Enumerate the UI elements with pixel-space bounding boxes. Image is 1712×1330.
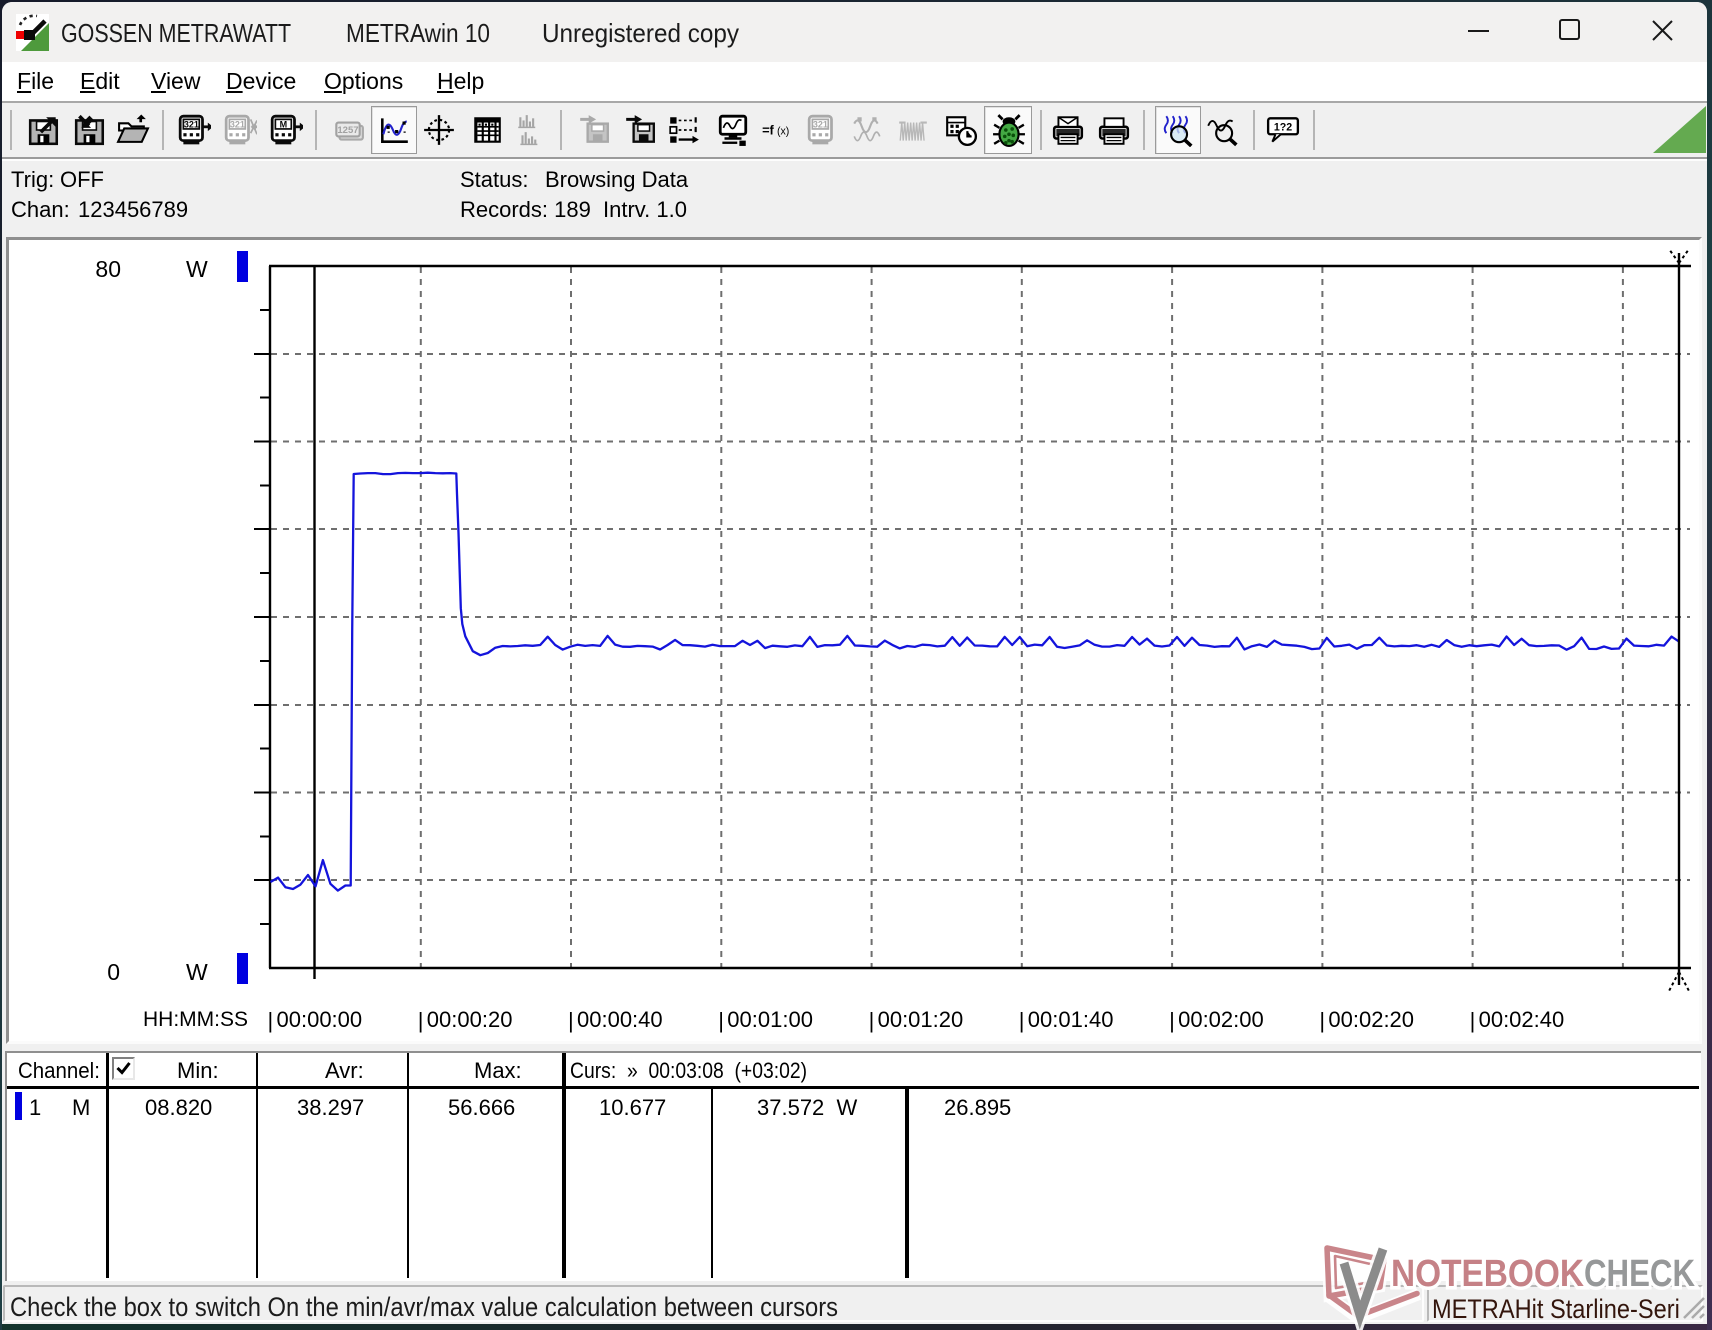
svg-text:CHECK: CHECK bbox=[1584, 1253, 1695, 1295]
svg-text:00:02:40: 00:02:40 bbox=[1479, 1007, 1565, 1032]
svg-text:|: | bbox=[268, 1008, 274, 1033]
svg-text:HH:MM:SS: HH:MM:SS bbox=[143, 1008, 248, 1031]
svg-text:NOTEBOOK: NOTEBOOK bbox=[1391, 1253, 1584, 1295]
svg-text:00:00:00: 00:00:00 bbox=[277, 1007, 363, 1032]
svg-text:00:00:40: 00:00:40 bbox=[577, 1007, 663, 1032]
svg-text:80: 80 bbox=[95, 256, 121, 282]
svg-text:|: | bbox=[1470, 1008, 1476, 1033]
svg-text:|: | bbox=[1169, 1008, 1175, 1033]
svg-text:00:01:20: 00:01:20 bbox=[878, 1007, 964, 1032]
svg-text:W: W bbox=[186, 959, 208, 985]
svg-text:|: | bbox=[1019, 1008, 1025, 1033]
svg-text:|: | bbox=[418, 1008, 424, 1033]
svg-text:|: | bbox=[869, 1008, 875, 1033]
svg-text:00:01:00: 00:01:00 bbox=[727, 1007, 813, 1032]
svg-text:00:01:40: 00:01:40 bbox=[1028, 1007, 1114, 1032]
svg-text:|: | bbox=[1319, 1008, 1325, 1033]
svg-text:|: | bbox=[568, 1008, 574, 1033]
svg-text:W: W bbox=[186, 256, 208, 282]
svg-text:00:02:00: 00:02:00 bbox=[1178, 1007, 1264, 1032]
svg-text:|: | bbox=[718, 1008, 724, 1033]
svg-text:00:00:20: 00:00:20 bbox=[427, 1007, 513, 1032]
svg-text:00:02:20: 00:02:20 bbox=[1328, 1007, 1414, 1032]
svg-text:0: 0 bbox=[107, 959, 120, 985]
